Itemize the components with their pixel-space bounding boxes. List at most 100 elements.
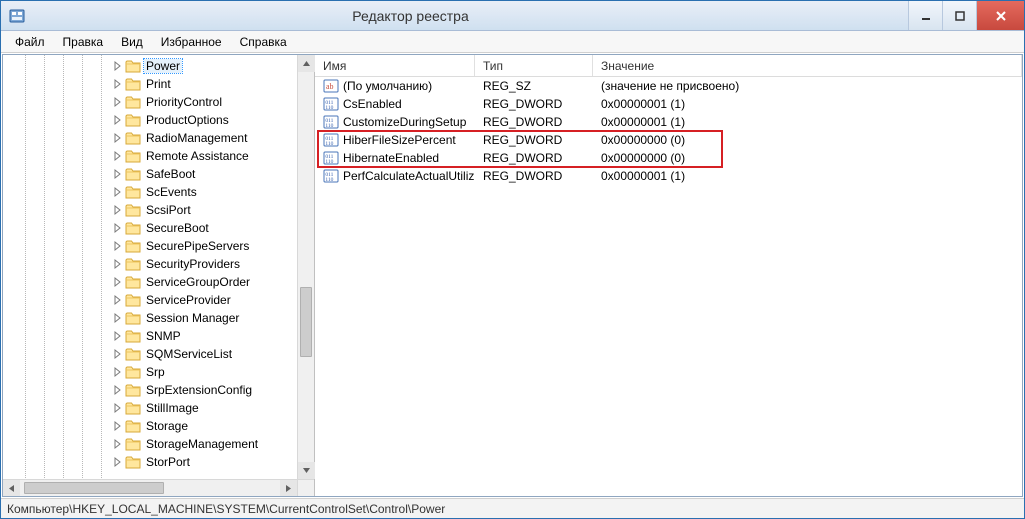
expander-icon[interactable] <box>111 402 123 414</box>
expander-icon[interactable] <box>111 276 123 288</box>
folder-icon <box>125 94 141 110</box>
tree-item-label: Power <box>144 59 182 73</box>
minimize-button[interactable] <box>908 1 942 30</box>
expander-icon[interactable] <box>111 384 123 396</box>
menu-help[interactable]: Справка <box>232 33 295 51</box>
list-row[interactable]: HibernateEnabledREG_DWORD0x00000000 (0) <box>315 149 1022 167</box>
tree-item[interactable]: ScEvents <box>7 183 314 201</box>
titlebar[interactable]: Редактор реестра <box>1 1 1024 31</box>
list-row[interactable]: CsEnabledREG_DWORD0x00000001 (1) <box>315 95 1022 113</box>
tree-item[interactable]: ScsiPort <box>7 201 314 219</box>
tree-item-label: Storage <box>144 419 190 433</box>
folder-icon <box>125 76 141 92</box>
tree-item[interactable]: ServiceProvider <box>7 291 314 309</box>
list-body[interactable]: (По умолчанию)REG_SZ(значение не присвое… <box>315 77 1022 496</box>
expander-icon[interactable] <box>111 420 123 432</box>
value-type: REG_DWORD <box>475 133 593 147</box>
tree-item-label: SecurePipeServers <box>144 239 251 253</box>
header-value[interactable]: Значение <box>593 55 1022 76</box>
scroll-down-button[interactable] <box>298 462 315 479</box>
scroll-track[interactable] <box>20 480 280 496</box>
tree-item[interactable]: SQMServiceList <box>7 345 314 363</box>
tree-item[interactable]: StorageManagement <box>7 435 314 453</box>
folder-icon <box>125 238 141 254</box>
tree-hscrollbar[interactable] <box>3 479 297 496</box>
menu-file[interactable]: Файл <box>7 33 53 51</box>
maximize-button[interactable] <box>942 1 976 30</box>
expander-icon[interactable] <box>111 186 123 198</box>
menu-view[interactable]: Вид <box>113 33 151 51</box>
tree-item[interactable]: Session Manager <box>7 309 314 327</box>
tree-item[interactable]: Power <box>7 57 314 75</box>
tree-item[interactable]: StorPort <box>7 453 314 471</box>
scroll-up-button[interactable] <box>298 55 315 72</box>
scroll-track[interactable] <box>298 72 314 462</box>
header-type[interactable]: Тип <box>475 55 593 76</box>
registry-tree[interactable]: Power PrintPriorityControlProductOptions R… <box>3 55 314 473</box>
tree-item[interactable]: StillImage <box>7 399 314 417</box>
tree-item-label: Remote Assistance <box>144 149 251 163</box>
tree-item-label: SNMP <box>144 329 183 343</box>
tree-item[interactable]: SecureBoot <box>7 219 314 237</box>
expander-icon[interactable] <box>111 240 123 252</box>
list-row[interactable]: CustomizeDuringSetupREG_DWORD0x00000001 … <box>315 113 1022 131</box>
tree-vscrollbar[interactable] <box>297 55 314 479</box>
folder-icon <box>125 130 141 146</box>
scroll-thumb[interactable] <box>24 482 164 494</box>
expander-icon[interactable] <box>111 366 123 378</box>
value-name: HiberFileSizePercent <box>343 133 456 147</box>
tree-scroll[interactable]: Power PrintPriorityControlProductOptions R… <box>3 55 314 496</box>
list-row[interactable]: HiberFileSizePercentREG_DWORD0x00000000 … <box>315 131 1022 149</box>
expander-icon[interactable] <box>111 438 123 450</box>
tree-item[interactable]: SafeBoot <box>7 165 314 183</box>
list-header: Имя Тип Значение <box>315 55 1022 77</box>
tree-item[interactable]: Srp <box>7 363 314 381</box>
value-data: 0x00000000 (0) <box>593 151 1022 165</box>
tree-item[interactable]: ServiceGroupOrder <box>7 273 314 291</box>
expander-icon[interactable] <box>111 456 123 468</box>
list-row[interactable]: (По умолчанию)REG_SZ(значение не присвое… <box>315 77 1022 95</box>
expander-icon[interactable] <box>111 132 123 144</box>
tree-item-label: StillImage <box>144 401 201 415</box>
folder-icon <box>125 184 141 200</box>
value-name-cell: HibernateEnabled <box>315 150 475 166</box>
value-type: REG_SZ <box>475 79 593 93</box>
folder-icon <box>125 328 141 344</box>
list-row[interactable]: PerfCalculateActualUtiliz...REG_DWORD0x0… <box>315 167 1022 185</box>
expander-icon[interactable] <box>111 96 123 108</box>
scroll-right-button[interactable] <box>280 480 297 497</box>
expander-icon[interactable] <box>111 258 123 270</box>
expander-icon[interactable] <box>111 294 123 306</box>
tree-item[interactable]: PriorityControl <box>7 93 314 111</box>
value-data: 0x00000001 (1) <box>593 169 1022 183</box>
expander-icon[interactable] <box>111 312 123 324</box>
menu-favorites[interactable]: Избранное <box>153 33 230 51</box>
tree-item[interactable]: ProductOptions <box>7 111 314 129</box>
tree-item[interactable]: Storage <box>7 417 314 435</box>
expander-icon[interactable] <box>111 150 123 162</box>
expander-icon[interactable] <box>111 78 123 90</box>
expander-icon[interactable] <box>111 204 123 216</box>
tree-item[interactable]: SecurityProviders <box>7 255 314 273</box>
header-name[interactable]: Имя <box>315 55 475 76</box>
tree-item[interactable]: SecurePipeServers <box>7 237 314 255</box>
menubar: Файл Правка Вид Избранное Справка <box>1 31 1024 53</box>
close-button[interactable] <box>976 1 1024 30</box>
tree-item[interactable]: Remote Assistance <box>7 147 314 165</box>
expander-icon[interactable] <box>111 348 123 360</box>
tree-item-label: RadioManagement <box>144 131 249 145</box>
tree-item-label: ScsiPort <box>144 203 193 217</box>
menu-edit[interactable]: Правка <box>55 33 112 51</box>
expander-icon[interactable] <box>111 222 123 234</box>
tree-item[interactable]: SNMP <box>7 327 314 345</box>
value-name-cell: PerfCalculateActualUtiliz... <box>315 168 475 184</box>
expander-icon[interactable] <box>111 60 123 72</box>
scroll-left-button[interactable] <box>3 480 20 497</box>
expander-icon[interactable] <box>111 330 123 342</box>
tree-item[interactable]: Print <box>7 75 314 93</box>
expander-icon[interactable] <box>111 168 123 180</box>
scroll-thumb[interactable] <box>300 287 312 357</box>
tree-item[interactable]: SrpExtensionConfig <box>7 381 314 399</box>
tree-item[interactable]: RadioManagement <box>7 129 314 147</box>
expander-icon[interactable] <box>111 114 123 126</box>
